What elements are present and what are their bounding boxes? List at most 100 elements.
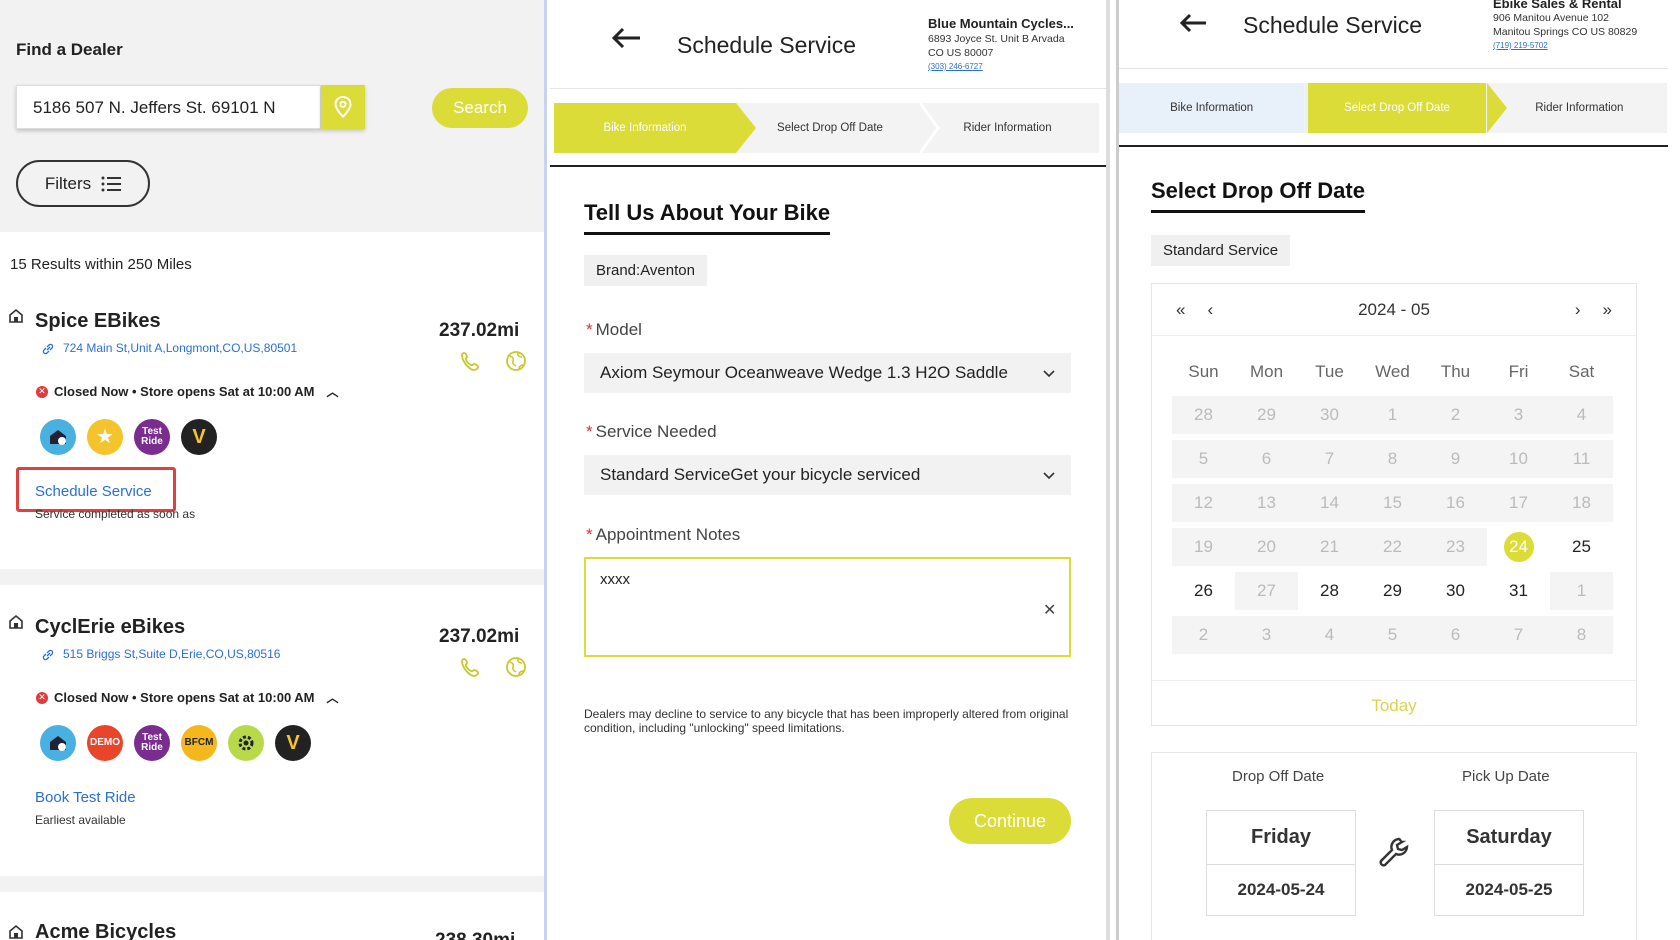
drop-off-panel: Schedule Service Ebike Sales & Rental 90… xyxy=(1116,0,1668,940)
filters-button[interactable]: Filters xyxy=(16,160,150,207)
card-separator xyxy=(0,876,544,892)
calendar-day[interactable]: 26 xyxy=(1172,572,1235,610)
schedule-service-link[interactable]: Schedule Service xyxy=(35,483,152,500)
model-select[interactable]: Axiom Seymour Oceanweave Wedge 1.3 H2O S… xyxy=(584,353,1071,393)
step-label: Bike Information xyxy=(603,122,687,134)
globe-icon[interactable] xyxy=(505,350,527,377)
v-badge-icon: V xyxy=(181,419,217,455)
calendar-day[interactable]: 30 xyxy=(1424,572,1487,610)
weekday-label: Fri xyxy=(1508,362,1529,381)
next-month-icon[interactable]: › xyxy=(1575,300,1581,320)
calendar-day: 5 xyxy=(1172,440,1235,478)
calendar-day-number: 12 xyxy=(1194,493,1213,512)
calendar-day: 12 xyxy=(1172,484,1235,522)
today-button[interactable]: Today xyxy=(1152,696,1636,716)
step-label: Rider Information xyxy=(1535,102,1624,114)
calendar-day-number: 1 xyxy=(1387,405,1398,424)
calendar-header: « ‹ 2024 - 05 › » xyxy=(1152,284,1636,336)
calendar-day-number: 30 xyxy=(1320,405,1339,424)
globe-icon[interactable] xyxy=(505,656,527,683)
dealer-badges: DEMO Test Ride BFCM V xyxy=(40,725,311,761)
calendar-day: 19 xyxy=(1172,528,1235,566)
calendar-day[interactable]: 31 xyxy=(1487,572,1550,610)
service-select[interactable]: Standard ServiceGet your bicycle service… xyxy=(584,455,1071,495)
calendar-day-number: 17 xyxy=(1509,493,1528,512)
calendar-day-number: 10 xyxy=(1509,449,1528,468)
calendar-day-number: 28 xyxy=(1194,405,1213,424)
continue-button[interactable]: Continue xyxy=(949,798,1071,844)
notes-label-text: Appointment Notes xyxy=(595,525,741,544)
step-select-drop-off-date[interactable]: Select Drop Off Date xyxy=(740,103,920,153)
step-bike-information[interactable]: Bike Information xyxy=(554,103,736,153)
appointment-notes-input[interactable]: xxxx xyxy=(584,557,1071,657)
weekday-label: Thu xyxy=(1440,362,1471,381)
calendar-day[interactable]: 28 xyxy=(1298,572,1361,610)
list-icon xyxy=(101,176,122,191)
store-icon xyxy=(8,308,24,329)
calendar-day-number: 25 xyxy=(1572,537,1591,556)
step-label: Rider Information xyxy=(963,122,1052,134)
dealer-address[interactable]: 724 Main St,Unit A,Longmont,CO,US,80501 xyxy=(63,341,297,355)
calendar-day-number: 5 xyxy=(1198,449,1209,468)
next-year-icon[interactable]: » xyxy=(1603,300,1612,320)
date-summary: Drop Off Date Pick Up Date Friday 2024-0… xyxy=(1151,752,1637,940)
calendar-month[interactable]: 2024 - 05 xyxy=(1358,300,1430,320)
step-indicator: Bike Information Select Drop Off Date Ri… xyxy=(1119,83,1667,133)
calendar-day-number: 8 xyxy=(1387,449,1398,468)
calendar-day-number: 19 xyxy=(1194,537,1213,556)
store-status: ✕ Closed Now • Store opens Sat at 10:00 … xyxy=(36,689,339,706)
clear-icon[interactable]: ✕ xyxy=(1043,600,1056,620)
calendar-day-number: 27 xyxy=(1257,581,1276,600)
calendar-day-number: 28 xyxy=(1320,581,1339,600)
book-test-ride-link[interactable]: Book Test Ride xyxy=(35,789,136,806)
store-icon xyxy=(8,614,24,635)
address-input[interactable]: 5186 507 N. Jeffers St. 69101 N xyxy=(16,85,321,129)
step-bike-information[interactable]: Bike Information xyxy=(1119,83,1305,133)
bike-info-panel: Schedule Service Blue Mountain Cycles...… xyxy=(550,0,1110,940)
calendar-day-number: 21 xyxy=(1320,537,1339,556)
dealer-address-line: 906 Manitou Avenue 102 xyxy=(1493,12,1609,24)
calendar-day: 29 xyxy=(1235,396,1298,434)
dealer-header-name: Blue Mountain Cycles... xyxy=(928,16,1074,31)
dealer-phone-link[interactable]: (719) 219-5702 xyxy=(1493,41,1548,50)
prev-year-icon[interactable]: « xyxy=(1176,300,1185,320)
back-arrow-icon[interactable] xyxy=(1178,12,1208,39)
bfcm-badge-icon: BFCM xyxy=(181,725,217,761)
dealer-name[interactable]: CyclErie eBikes xyxy=(35,616,185,639)
calendar-day-number: 1 xyxy=(1576,581,1587,600)
chevron-up-icon[interactable]: ︿ xyxy=(327,689,339,706)
dealer-address[interactable]: 515 Briggs St,Suite D,Erie,CO,US,80516 xyxy=(63,647,280,661)
prev-month-icon[interactable]: ‹ xyxy=(1207,300,1213,320)
dealer-name[interactable]: Acme Bicycles xyxy=(35,921,176,940)
back-arrow-icon[interactable] xyxy=(610,24,642,58)
pick-up-date-card[interactable]: Saturday 2024-05-25 xyxy=(1434,810,1584,916)
link-icon xyxy=(42,342,54,360)
calendar-day: 1 xyxy=(1550,572,1613,610)
drop-off-weekday: Friday xyxy=(1207,811,1355,865)
calendar-day[interactable]: 29 xyxy=(1361,572,1424,610)
step-rider-information[interactable]: Rider Information xyxy=(1492,83,1667,133)
phone-icon[interactable] xyxy=(460,656,482,683)
search-button[interactable]: Search xyxy=(432,88,528,128)
chevron-up-icon[interactable]: ︿ xyxy=(327,383,339,400)
dealer-phone-link[interactable]: (303) 246-6727 xyxy=(928,62,983,71)
service-label: * Service Needed xyxy=(586,422,717,441)
calendar-day: 3 xyxy=(1487,396,1550,434)
calendar-day-number: 4 xyxy=(1324,625,1335,644)
phone-icon[interactable] xyxy=(460,350,482,377)
step-rider-information[interactable]: Rider Information xyxy=(920,103,1095,153)
calendar-day[interactable]: 24 xyxy=(1487,528,1550,566)
notes-label: * Appointment Notes xyxy=(586,525,741,544)
results-count: 15 Results within 250 Miles xyxy=(10,256,192,273)
brand-tag: Brand:Aventon xyxy=(584,255,707,286)
calendar-day: 6 xyxy=(1424,616,1487,654)
service-value: Standard ServiceGet your bicycle service… xyxy=(600,465,921,484)
model-label-text: Model xyxy=(595,320,642,339)
locate-button[interactable] xyxy=(321,85,365,129)
calendar-day[interactable]: 25 xyxy=(1550,528,1613,566)
drop-off-date-card[interactable]: Friday 2024-05-24 xyxy=(1206,810,1356,916)
calendar-day: 2 xyxy=(1424,396,1487,434)
notes-value: xxxx xyxy=(600,571,630,588)
dealer-name[interactable]: Spice EBikes xyxy=(35,310,161,333)
step-select-drop-off-date[interactable]: Select Drop Off Date xyxy=(1308,83,1486,133)
